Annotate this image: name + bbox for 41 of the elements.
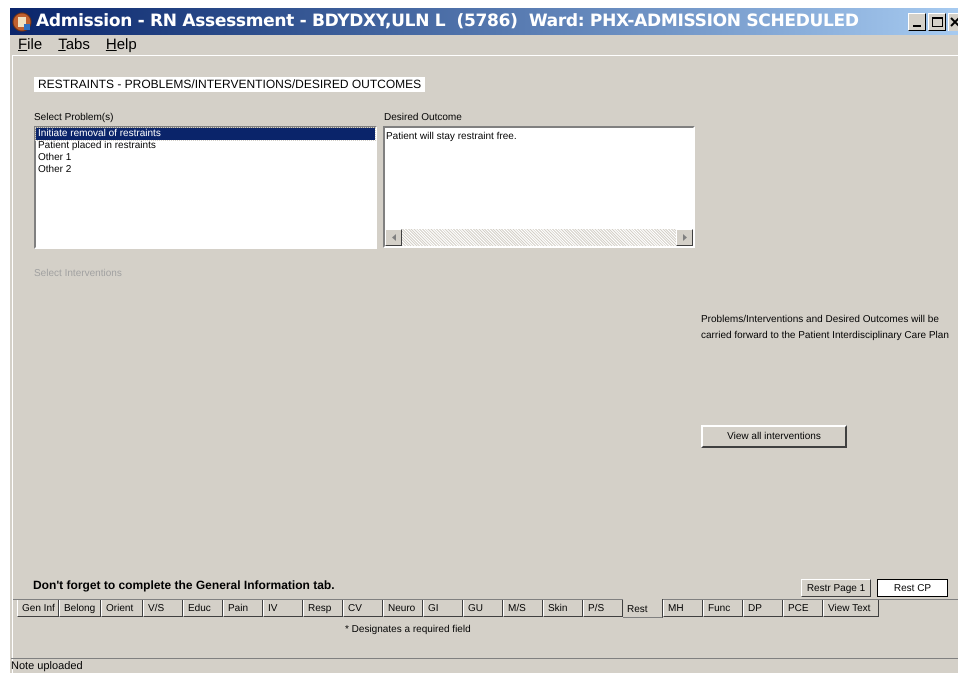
tab[interactable]: CV (343, 600, 383, 617)
tab[interactable]: V/S (143, 600, 183, 617)
tab[interactable]: Educ (183, 600, 223, 617)
tab[interactable]: View Text (823, 600, 879, 617)
list-item[interactable]: Initiate removal of restraints (36, 128, 375, 140)
tab[interactable]: Gen Inf (17, 600, 59, 617)
list-item[interactable]: Patient placed in restraints (36, 140, 375, 152)
tab[interactable]: GU (463, 600, 503, 617)
tab[interactable]: Belong (59, 600, 101, 617)
tab[interactable]: M/S (503, 600, 543, 617)
tab[interactable]: DP (743, 600, 783, 617)
tab[interactable]: GI (423, 600, 463, 617)
page-button[interactable]: Rest CP (877, 579, 948, 597)
tab[interactable]: Func (703, 600, 743, 617)
menu-item[interactable]: Help (106, 34, 137, 56)
tab[interactable]: Orient (101, 600, 143, 617)
list-item[interactable]: Other 1 (36, 152, 375, 164)
view-all-button[interactable]: View all interventions (701, 425, 847, 448)
window-title: Admission - RN Assessment - BDYDXY,ULN L (5786) Ward: PHX-ADMISSION SCHEDULED (36, 10, 859, 33)
section-heading: RESTRAINTS - PROBLEMS/INTERVENTIONS/DESIRED OUTCOMES (34, 77, 426, 92)
desired-outcome-field[interactable]: Patient will stay restraint free. (383, 126, 695, 248)
field-label: Select Problem(s) (34, 112, 114, 124)
page-button[interactable]: Restr Page 1 (801, 579, 871, 597)
menu-item[interactable]: File (18, 34, 42, 56)
tab[interactable]: IV (263, 600, 303, 617)
list-item[interactable]: Other 2 (36, 164, 375, 176)
problem-listbox[interactable]: Initiate removal of restraints Patient placed in restraints Other 1 Other 2 (34, 126, 377, 249)
field-label: Desired Outcome (384, 112, 463, 124)
field-value: Patient will stay restraint free. (385, 130, 518, 144)
reminder-text: Don't forget to complete the General Information tab. (33, 577, 335, 594)
tab[interactable]: Rest (623, 599, 663, 618)
menu-item[interactable]: Tabs (58, 34, 90, 56)
status-bar: Note uploaded (11, 658, 958, 673)
tab[interactable]: Neuro (383, 600, 423, 617)
tab[interactable]: MH (663, 600, 703, 617)
tab[interactable]: Skin (543, 600, 583, 617)
tab[interactable]: PCE (783, 600, 823, 617)
tab[interactable]: Pain (223, 600, 263, 617)
tab[interactable]: Resp (303, 600, 343, 617)
required-note: * Designates a required field (344, 623, 472, 637)
care-plan-note: Problems/Interventions and Desired Outcomes will be carried forward to the Patient Interdisciplinary Care Plan (701, 313, 950, 343)
